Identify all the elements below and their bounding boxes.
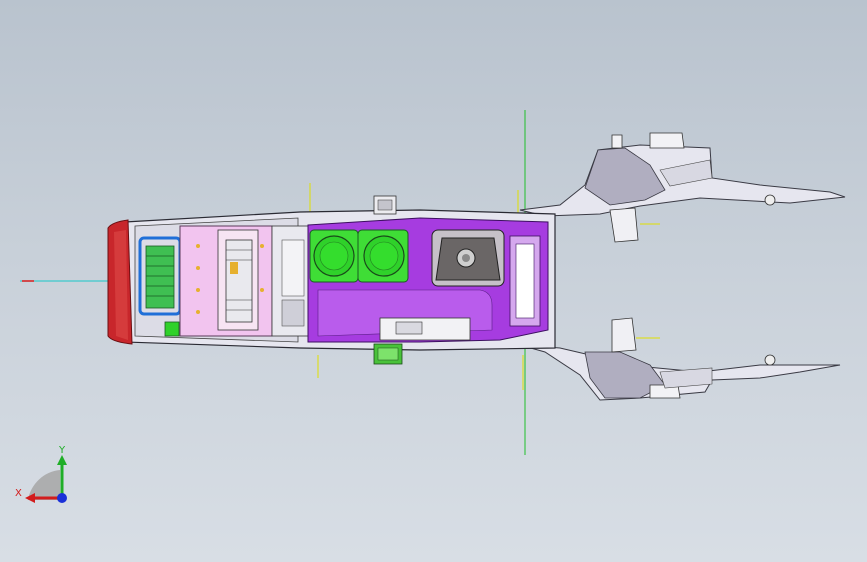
cup-holder-right[interactable] — [357, 229, 409, 283]
storage-bin[interactable] — [179, 225, 273, 337]
cad-graphics-viewport[interactable]: Y X — [0, 0, 867, 562]
triad-z-axis-dot — [57, 493, 67, 503]
triad-y-label: Y — [58, 445, 66, 456]
bottom-connector[interactable] — [373, 343, 403, 365]
cup-holder-left[interactable] — [309, 229, 359, 283]
upper-side-bracket[interactable] — [519, 132, 846, 243]
reference-triad: Y X — [15, 445, 67, 503]
triad-x-label: X — [15, 488, 22, 499]
lower-side-bracket[interactable] — [519, 317, 841, 401]
top-connector[interactable] — [373, 195, 397, 215]
triad-y-arrow — [57, 455, 67, 465]
lid-hinge[interactable] — [271, 225, 309, 337]
tail-light-lens[interactable] — [107, 219, 133, 345]
shifter-boot[interactable] — [431, 229, 505, 287]
